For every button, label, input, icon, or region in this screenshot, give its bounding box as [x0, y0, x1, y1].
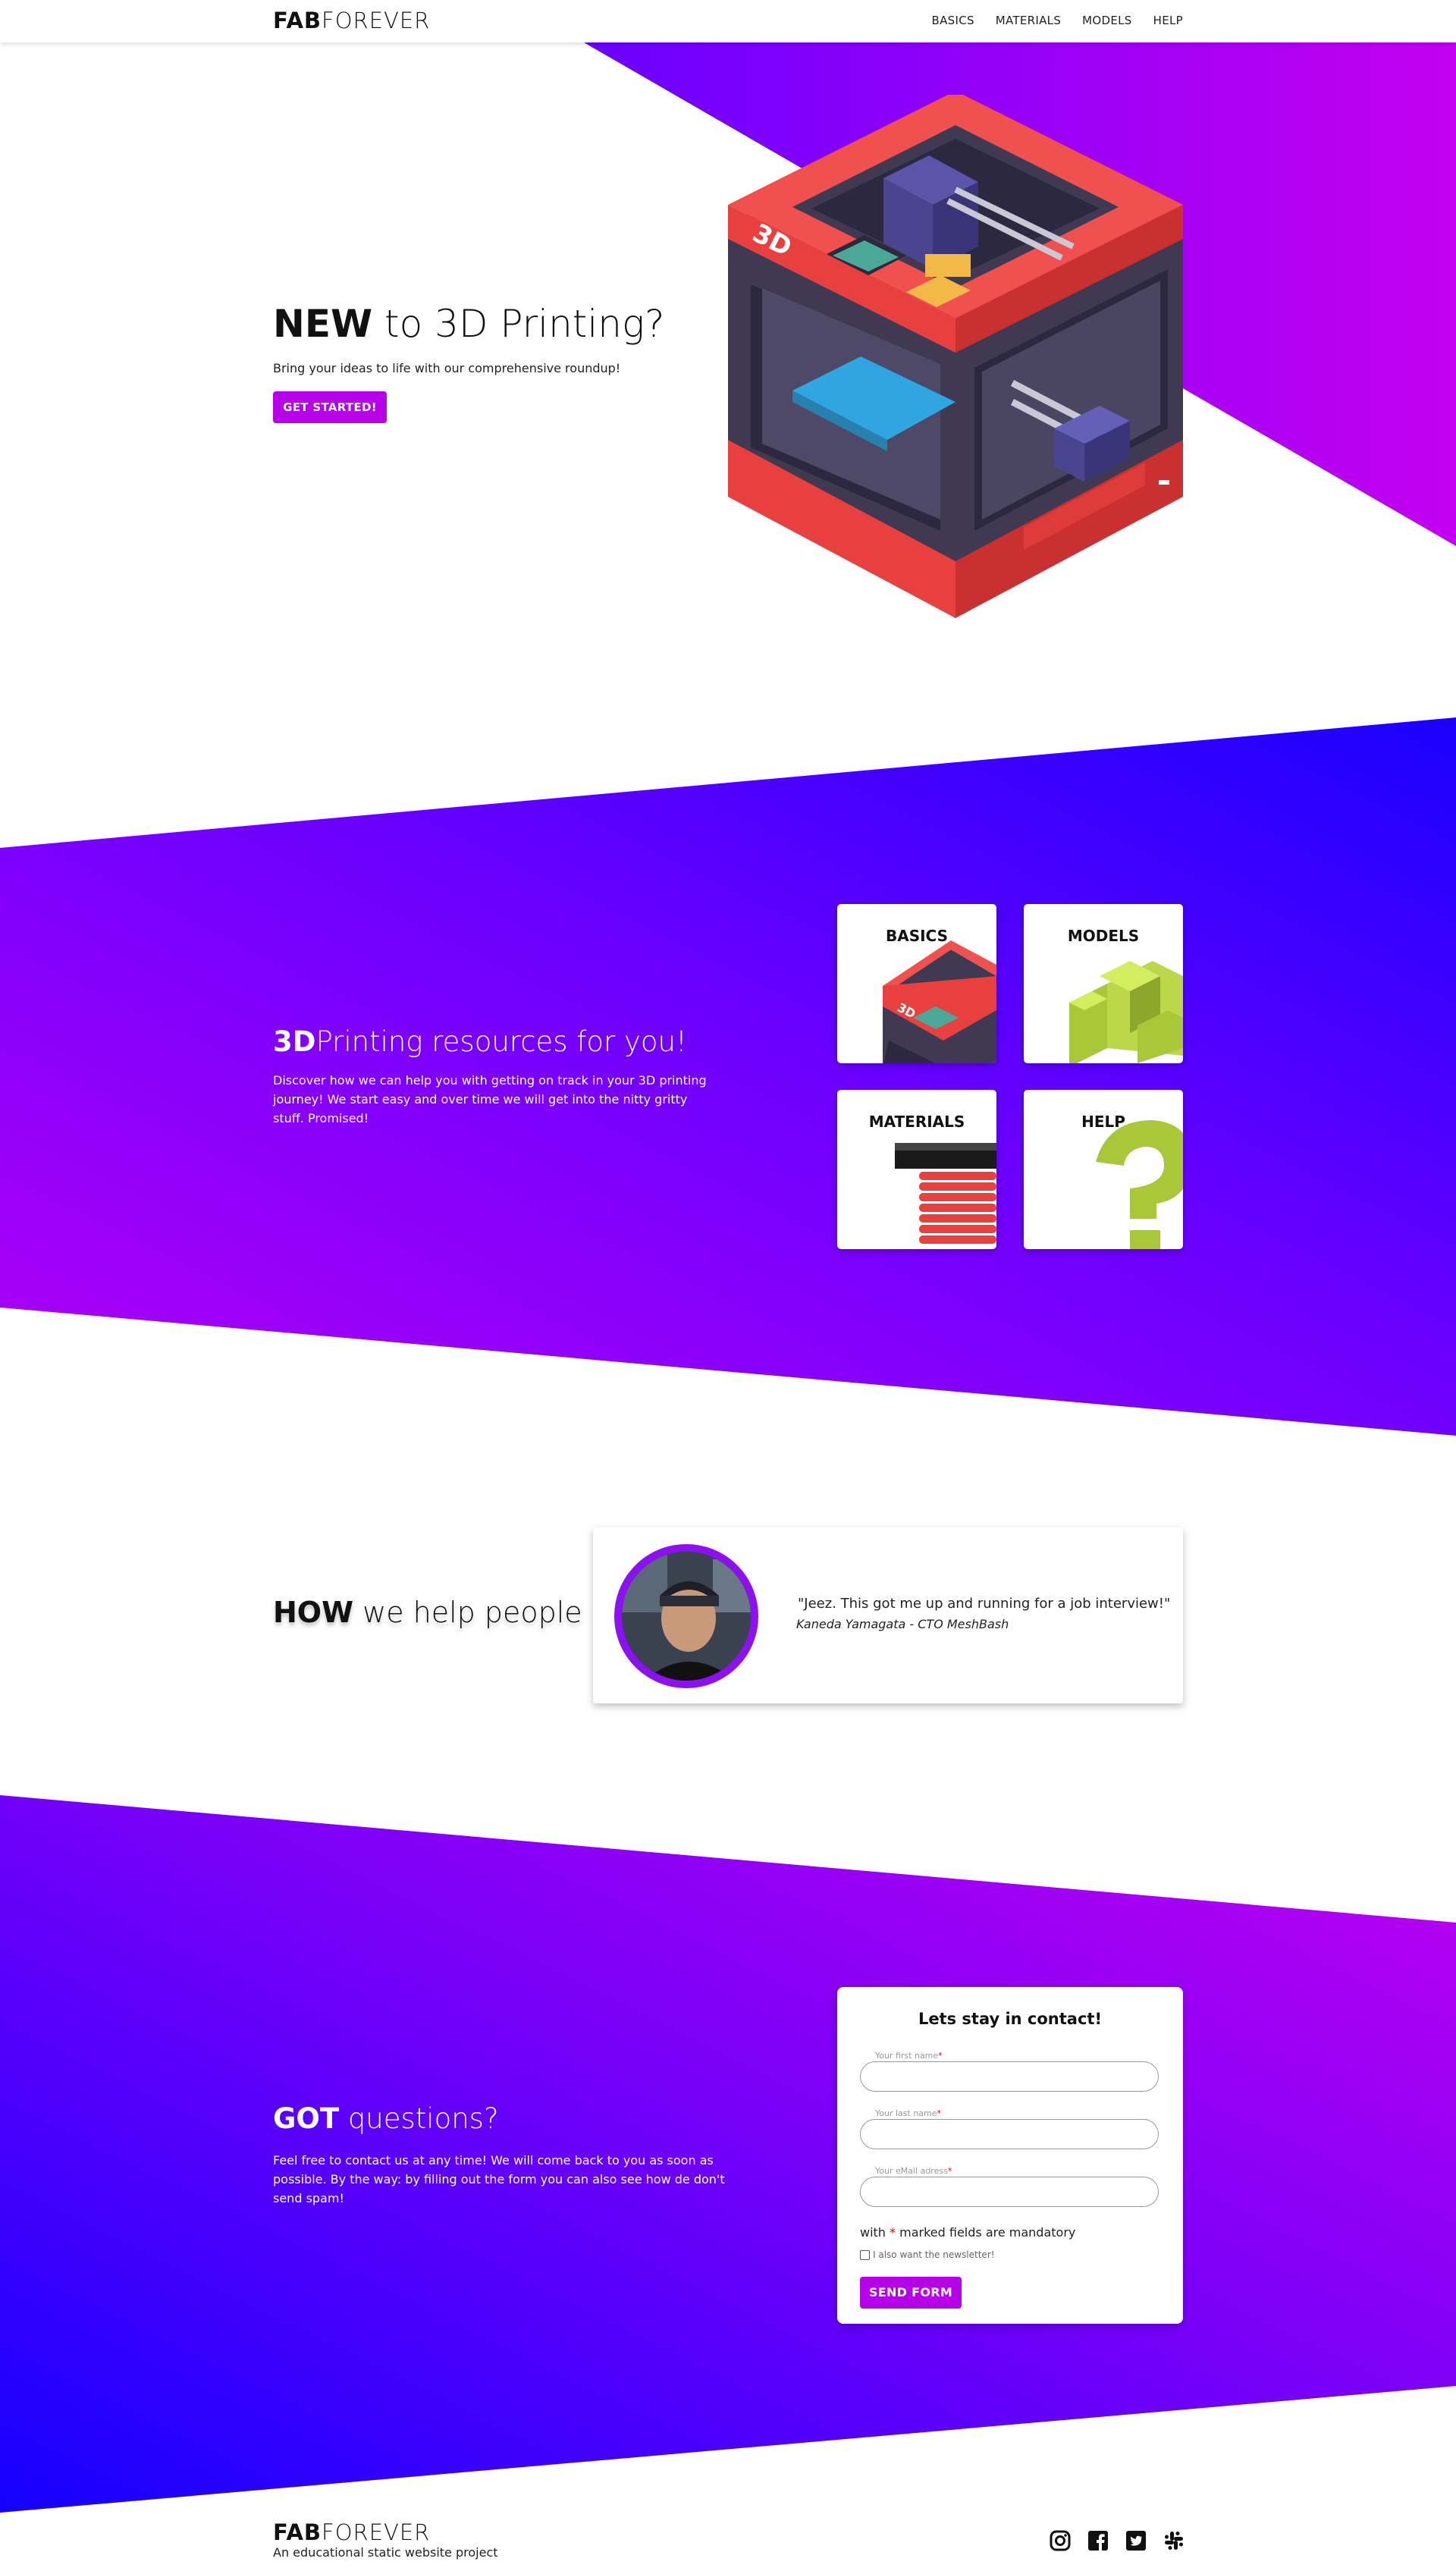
- logo-light: FOREVER: [322, 8, 431, 33]
- contact-band: [0, 1795, 1456, 2513]
- tile-models[interactable]: MODELS: [1024, 904, 1183, 1063]
- email-input[interactable]: [860, 2177, 1159, 2207]
- hero-title-rest: to 3D Printing?: [372, 302, 665, 346]
- tile-basics[interactable]: BASICS 3D: [837, 904, 996, 1063]
- send-form-button[interactable]: SEND FORM: [860, 2277, 962, 2309]
- tile-materials[interactable]: MATERIALS: [837, 1090, 996, 1249]
- site-logo[interactable]: FABFOREVER: [273, 8, 430, 33]
- last-name-input[interactable]: [860, 2119, 1159, 2149]
- nav-materials[interactable]: MATERIALS: [996, 14, 1061, 27]
- required-mark: *: [890, 2225, 896, 2240]
- nav-basics[interactable]: BASICS: [932, 14, 974, 27]
- required-mark: *: [938, 2051, 943, 2061]
- contact-title-rest: questions?: [339, 2102, 499, 2135]
- footer-logo-bold: FAB: [273, 2519, 322, 2545]
- instagram-icon[interactable]: [1050, 2530, 1071, 2551]
- required-mark: *: [937, 2108, 942, 2118]
- mandatory-after: marked fields are mandatory: [896, 2225, 1076, 2240]
- contact-title-bold: GOT: [273, 2102, 340, 2135]
- mandatory-note: with * marked fields are mandatory: [860, 2225, 1075, 2240]
- mandatory-before: with: [860, 2225, 890, 2240]
- last-name-label-text: Your last name: [875, 2108, 937, 2118]
- facebook-icon[interactable]: [1087, 2530, 1109, 2551]
- email-label-text: Your eMail adress: [875, 2166, 948, 2176]
- resources-band: [0, 717, 1456, 1436]
- hero-title-bold: NEW: [273, 302, 373, 346]
- how-title: HOW we help people: [273, 1596, 582, 1629]
- avatar: [614, 1544, 758, 1688]
- nav-models[interactable]: MODELS: [1082, 14, 1131, 27]
- footer-logo-light: FOREVER: [322, 2519, 431, 2545]
- newsletter-checkbox[interactable]: [860, 2249, 870, 2260]
- how-title-rest: we help people: [353, 1596, 582, 1629]
- testimonial-author: Kaneda Yamagata - CTO MeshBash: [796, 1617, 1009, 1631]
- footer-tagline: An educational static website project: [273, 2545, 498, 2560]
- resources-title-rest: Printing resources for you!: [315, 1025, 687, 1058]
- tile-models-label: MODELS: [1067, 927, 1140, 945]
- top-navbar: FABFOREVER BASICS MATERIALS MODELS HELP: [0, 0, 1456, 42]
- first-name-label: Your first name*: [875, 2051, 943, 2061]
- logo-bold: FAB: [273, 8, 322, 33]
- tile-materials-label: MATERIALS: [868, 1113, 965, 1131]
- contact-form: Lets stay in contact! Your first name* Y…: [837, 1987, 1183, 2324]
- slack-icon[interactable]: [1163, 2530, 1185, 2551]
- how-title-bold: HOW: [273, 1596, 354, 1629]
- newsletter-option[interactable]: I also want the newsletter!: [860, 2249, 995, 2260]
- resources-title-bold: 3D: [273, 1025, 316, 1058]
- social-links: [1050, 2530, 1185, 2551]
- twitter-icon[interactable]: [1125, 2530, 1147, 2551]
- last-name-label: Your last name*: [875, 2108, 941, 2118]
- tile-help-label: HELP: [1081, 1113, 1125, 1131]
- tile-basics-label: BASICS: [885, 927, 949, 945]
- contact-text: Feel free to contact us at any time! We …: [273, 2153, 725, 2205]
- testimonial-card: "Jeez. This got me up and running for a …: [593, 1527, 1183, 1703]
- first-name-label-text: Your first name: [875, 2051, 939, 2061]
- first-name-input[interactable]: [860, 2061, 1159, 2092]
- required-mark: *: [947, 2166, 952, 2176]
- resources-text: Discover how we can help you with gettin…: [273, 1073, 707, 1125]
- main-nav: BASICS MATERIALS MODELS HELP: [932, 14, 1184, 27]
- form-title: Lets stay in contact!: [918, 2010, 1103, 2028]
- newsletter-label: I also want the newsletter!: [873, 2249, 995, 2260]
- footer-logo[interactable]: FABFOREVER: [273, 2519, 430, 2545]
- contact-title: GOT questions?: [273, 2102, 499, 2135]
- hero-subtitle: Bring your ideas to life with our compre…: [273, 361, 621, 375]
- tile-help[interactable]: HELP: [1024, 1090, 1183, 1249]
- hero-title: NEW to 3D Printing?: [273, 302, 664, 346]
- testimonial-quote: "Jeez. This got me up and running for a …: [798, 1596, 1171, 1612]
- 3d-printer-illustration: 3D: [728, 95, 1183, 618]
- nav-help[interactable]: HELP: [1153, 14, 1183, 27]
- email-label: Your eMail adress*: [875, 2166, 952, 2176]
- get-started-button[interactable]: GET STARTED!: [273, 391, 387, 423]
- resources-title: 3DPrinting resources for you!: [273, 1025, 687, 1058]
